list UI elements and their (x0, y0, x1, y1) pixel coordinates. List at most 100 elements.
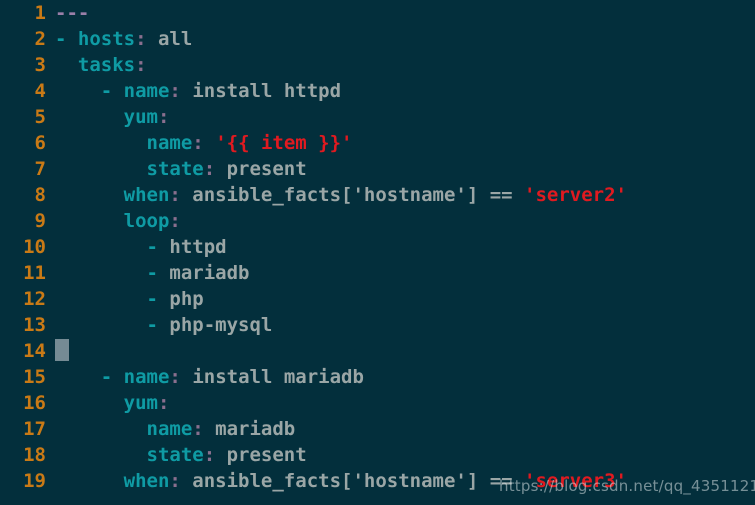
code-token-v (55, 288, 147, 310)
line-number: 9 (34, 210, 46, 232)
code-token-k: name (123, 366, 170, 388)
code-line-content[interactable]: state: present (46, 442, 755, 468)
code-line-content[interactable]: - httpd (46, 234, 755, 260)
code-line-content[interactable]: yum: (46, 104, 755, 130)
code-line[interactable]: 17 name: mariadb (0, 416, 755, 442)
code-token-p: : (203, 158, 216, 180)
code-line[interactable]: 11 - mariadb (0, 260, 755, 286)
code-line-content[interactable]: - hosts: all (46, 26, 755, 52)
code-line[interactable]: 12 - php (0, 286, 755, 312)
code-line-content[interactable]: tasks: (46, 52, 755, 78)
code-line-content[interactable]: loop: (46, 208, 755, 234)
code-line[interactable]: 9 loop: (0, 208, 755, 234)
code-token-v (55, 470, 124, 492)
code-token-v: mariadb (203, 418, 296, 440)
code-token-k: state (146, 444, 204, 466)
code-token-k: yum (123, 392, 158, 414)
code-token-dash: - (100, 366, 124, 388)
code-token-p: : (169, 210, 181, 232)
code-line[interactable]: 7 state: present (0, 156, 755, 182)
code-token-p: : (192, 418, 204, 440)
editor-lines: 1 --- 2- hosts: all 3 tasks: 4 - name: insta… (0, 0, 755, 494)
code-token-p: : (135, 54, 147, 76)
code-token-k: name (123, 80, 170, 102)
code-token-v (55, 314, 147, 336)
code-line[interactable]: 8 when: ansible_facts['hostname'] == 'se… (0, 182, 755, 208)
code-token-p: : (135, 28, 147, 50)
code-token-v: install httpd (180, 80, 342, 102)
code-token-v (55, 366, 101, 388)
code-token-p: : (157, 106, 170, 128)
line-number: 13 (23, 314, 46, 336)
code-editor[interactable]: 1 --- 2- hosts: all 3 tasks: 4 - name: insta… (0, 0, 755, 505)
code-line[interactable]: 2- hosts: all (0, 26, 755, 52)
code-token-v (55, 106, 124, 128)
code-line[interactable]: 19 when: ansible_facts['hostname'] == 's… (0, 468, 755, 494)
code-line[interactable]: 14 (0, 338, 755, 364)
code-line-content[interactable]: - name: install httpd (46, 78, 755, 104)
code-token-k: name (146, 132, 193, 154)
code-line-content[interactable]: when: ansible_facts['hostname'] == 'serv… (46, 468, 755, 494)
code-line[interactable]: 10 - httpd (0, 234, 755, 260)
code-token-k: when (123, 184, 170, 206)
code-token-v: ansible_facts['hostname'] == (180, 470, 525, 492)
code-token-v (55, 262, 147, 284)
code-token-p: : (169, 184, 181, 206)
code-token-v: php-mysql (169, 314, 273, 336)
code-line-content[interactable]: when: ansible_facts['hostname'] == 'serv… (46, 182, 755, 208)
code-token-v (55, 444, 147, 466)
code-token-v: php (169, 288, 204, 310)
code-line-content[interactable]: --- (46, 0, 755, 26)
code-token-k: yum (123, 106, 158, 128)
line-number: 8 (34, 184, 46, 206)
line-number: 5 (34, 106, 46, 128)
code-token-k: tasks (77, 54, 136, 76)
code-token-v (55, 418, 147, 440)
code-line[interactable]: 18 state: present (0, 442, 755, 468)
line-number: 6 (34, 132, 46, 154)
line-number: 1 (34, 2, 46, 24)
code-line[interactable]: 13 - php-mysql (0, 312, 755, 338)
code-line-content[interactable]: - mariadb (46, 260, 755, 286)
code-token-s: 'server2' (524, 184, 627, 206)
code-token-p: : (169, 470, 181, 492)
code-line[interactable]: 15 - name: install mariadb (0, 364, 755, 390)
code-token-p: : (169, 366, 181, 388)
code-line-content[interactable]: yum: (46, 390, 755, 416)
code-line[interactable]: 3 tasks: (0, 52, 755, 78)
line-number: 16 (23, 392, 46, 414)
code-line-content[interactable]: state: present (46, 156, 755, 182)
line-number: 4 (34, 80, 46, 102)
line-number: 18 (23, 444, 46, 466)
code-token-dash: - (146, 288, 170, 310)
code-token-p: : (169, 80, 181, 102)
code-token-v (55, 210, 124, 232)
code-token-v: present (215, 158, 307, 180)
code-token-p: : (203, 444, 216, 466)
code-line-content[interactable]: - php (46, 286, 755, 312)
line-number: 3 (34, 54, 46, 76)
code-line-content[interactable]: name: mariadb (46, 416, 755, 442)
code-line[interactable]: 5 yum: (0, 104, 755, 130)
code-token-v: ansible_facts['hostname'] == (180, 184, 525, 206)
code-token-v: present (215, 444, 307, 466)
code-token-v (55, 54, 78, 76)
code-token-k: hosts (77, 28, 136, 50)
code-line[interactable]: 16 yum: (0, 390, 755, 416)
code-line-content[interactable]: name: '{{ item }}' (46, 130, 755, 156)
code-token-k: state (146, 158, 204, 180)
code-token-dash: - (146, 236, 170, 258)
code-token-d: --- (55, 2, 90, 24)
code-token-k: when (123, 470, 170, 492)
code-token-k: loop (123, 210, 170, 232)
code-token-p: : (192, 132, 204, 154)
code-line[interactable]: 4 - name: install httpd (0, 78, 755, 104)
code-token-v (55, 132, 147, 154)
code-line-content[interactable]: - name: install mariadb (46, 364, 755, 390)
code-token-v (55, 236, 147, 258)
code-token-dash: - (146, 262, 170, 284)
code-line-content[interactable]: - php-mysql (46, 312, 755, 338)
code-token-dash: - (100, 80, 124, 102)
code-line[interactable]: 1 --- (0, 0, 755, 26)
code-line[interactable]: 6 name: '{{ item }}' (0, 130, 755, 156)
